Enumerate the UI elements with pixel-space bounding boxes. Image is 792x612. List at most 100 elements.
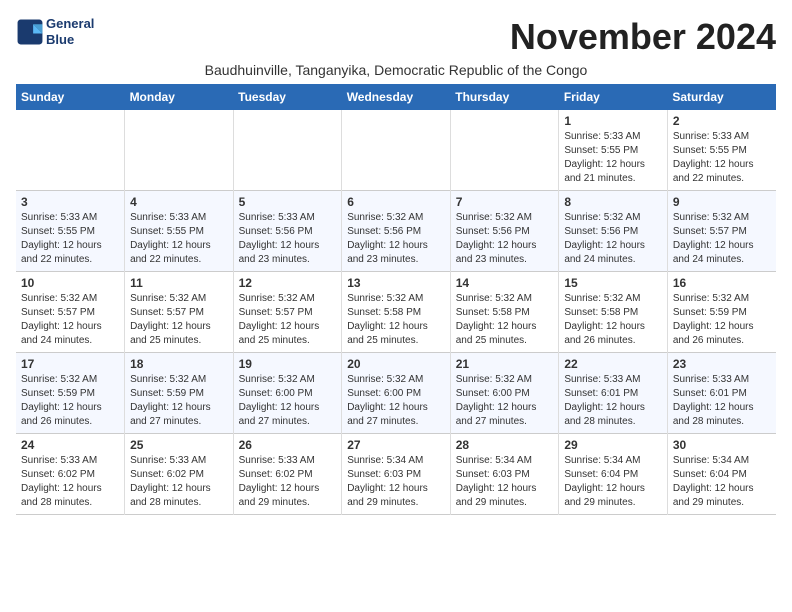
day-number: 25 bbox=[130, 438, 228, 452]
day-number: 20 bbox=[347, 357, 445, 371]
page-subtitle: Baudhuinville, Tanganyika, Democratic Re… bbox=[16, 62, 776, 78]
day-info: Sunrise: 5:32 AM Sunset: 5:58 PM Dayligh… bbox=[564, 292, 662, 348]
calendar-cell: 13Sunrise: 5:32 AM Sunset: 5:58 PM Dayli… bbox=[342, 272, 451, 353]
calendar-header-monday: Monday bbox=[125, 84, 234, 110]
calendar-header-friday: Friday bbox=[559, 84, 668, 110]
day-number: 5 bbox=[239, 195, 337, 209]
calendar-cell: 19 Sunrise: 5:32 AM Sunset: 6:00 PM Dayli… bbox=[233, 353, 342, 434]
day-number: 13 bbox=[347, 276, 445, 290]
day-info: Sunrise: 5:32 AM Sunset: 5:57 PM Dayligh… bbox=[21, 292, 119, 348]
calendar-cell: 24Sunrise: 5:33 AM Sunset: 6:02 PM Dayli… bbox=[16, 434, 125, 515]
month-title: November 2024 bbox=[510, 16, 776, 58]
calendar-header-row: SundayMondayTuesdayWednesdayThursdayFrid… bbox=[16, 84, 776, 110]
day-info: Sunrise: 5:33 AM Sunset: 6:01 PM Dayligh… bbox=[673, 373, 771, 429]
day-info: Sunrise: 5:32 AM Sunset: 5:57 PM Dayligh… bbox=[673, 211, 771, 267]
day-number: 28 bbox=[456, 438, 554, 452]
day-info: Sunrise: 5:34 AM Sunset: 6:03 PM Dayligh… bbox=[347, 454, 445, 510]
calendar-week-2: 3 Sunrise: 5:33 AM Sunset: 5:55 PM Daylig… bbox=[16, 191, 776, 272]
calendar-cell: 9 Sunrise: 5:32 AM Sunset: 5:57 PM Daylig… bbox=[667, 191, 776, 272]
page-header: General Blue November 2024 bbox=[16, 16, 776, 58]
day-info: Sunrise: 5:33 AM Sunset: 5:55 PM Dayligh… bbox=[21, 211, 119, 267]
day-info: Sunrise: 5:33 AM Sunset: 6:01 PM Dayligh… bbox=[564, 373, 662, 429]
day-number: 26 bbox=[239, 438, 337, 452]
day-number: 7 bbox=[456, 195, 554, 209]
calendar-cell: 16 Sunrise: 5:32 AM Sunset: 5:59 PM Dayli… bbox=[667, 272, 776, 353]
calendar-cell: 22 Sunrise: 5:33 AM Sunset: 6:01 PM Dayli… bbox=[559, 353, 668, 434]
day-number: 29 bbox=[564, 438, 662, 452]
calendar-cell: 25 Sunrise: 5:33 AM Sunset: 6:02 PM Dayli… bbox=[125, 434, 234, 515]
day-number: 24 bbox=[21, 438, 119, 452]
day-info: Sunrise: 5:33 AM Sunset: 5:55 PM Dayligh… bbox=[130, 211, 228, 267]
day-info: Sunrise: 5:34 AM Sunset: 6:04 PM Dayligh… bbox=[673, 454, 771, 510]
day-info: Sunrise: 5:32 AM Sunset: 5:57 PM Dayligh… bbox=[130, 292, 228, 348]
calendar-week-3: 10 Sunrise: 5:32 AM Sunset: 5:57 PM Dayli… bbox=[16, 272, 776, 353]
day-number: 23 bbox=[673, 357, 771, 371]
day-info: Sunrise: 5:33 AM Sunset: 6:02 PM Dayligh… bbox=[130, 454, 228, 510]
calendar-cell: 23 Sunrise: 5:33 AM Sunset: 6:01 PM Dayli… bbox=[667, 353, 776, 434]
calendar-cell bbox=[342, 110, 451, 191]
day-info: Sunrise: 5:33 AM Sunset: 6:02 PM Dayligh… bbox=[239, 454, 337, 510]
day-number: 18 bbox=[130, 357, 228, 371]
calendar-header-thursday: Thursday bbox=[450, 84, 559, 110]
day-number: 19 bbox=[239, 357, 337, 371]
calendar-header-wednesday: Wednesday bbox=[342, 84, 451, 110]
day-info: Sunrise: 5:33 AM Sunset: 5:55 PM Dayligh… bbox=[564, 130, 662, 186]
calendar-cell: 3 Sunrise: 5:33 AM Sunset: 5:55 PM Daylig… bbox=[16, 191, 125, 272]
calendar-cell: 6Sunrise: 5:32 AM Sunset: 5:56 PM Daylig… bbox=[342, 191, 451, 272]
day-number: 15 bbox=[564, 276, 662, 290]
day-number: 9 bbox=[673, 195, 771, 209]
day-info: Sunrise: 5:32 AM Sunset: 5:59 PM Dayligh… bbox=[21, 373, 119, 429]
calendar-cell: 10 Sunrise: 5:32 AM Sunset: 5:57 PM Dayli… bbox=[16, 272, 125, 353]
day-info: Sunrise: 5:32 AM Sunset: 6:00 PM Dayligh… bbox=[239, 373, 337, 429]
day-number: 17 bbox=[21, 357, 119, 371]
day-number: 16 bbox=[673, 276, 771, 290]
logo-text: General Blue bbox=[46, 16, 94, 47]
calendar-cell: 27Sunrise: 5:34 AM Sunset: 6:03 PM Dayli… bbox=[342, 434, 451, 515]
calendar-cell: 5 Sunrise: 5:33 AM Sunset: 5:56 PM Daylig… bbox=[233, 191, 342, 272]
day-number: 30 bbox=[673, 438, 771, 452]
day-number: 3 bbox=[21, 195, 119, 209]
calendar-cell bbox=[233, 110, 342, 191]
day-info: Sunrise: 5:32 AM Sunset: 5:59 PM Dayligh… bbox=[130, 373, 228, 429]
day-info: Sunrise: 5:32 AM Sunset: 5:58 PM Dayligh… bbox=[456, 292, 554, 348]
calendar-cell: 7 Sunrise: 5:32 AM Sunset: 5:56 PM Daylig… bbox=[450, 191, 559, 272]
logo: General Blue bbox=[16, 16, 94, 47]
calendar-cell: 26 Sunrise: 5:33 AM Sunset: 6:02 PM Dayli… bbox=[233, 434, 342, 515]
day-info: Sunrise: 5:33 AM Sunset: 5:56 PM Dayligh… bbox=[239, 211, 337, 267]
day-number: 21 bbox=[456, 357, 554, 371]
day-number: 12 bbox=[239, 276, 337, 290]
calendar-cell: 2Sunrise: 5:33 AM Sunset: 5:55 PM Daylig… bbox=[667, 110, 776, 191]
day-info: Sunrise: 5:32 AM Sunset: 5:57 PM Dayligh… bbox=[239, 292, 337, 348]
day-number: 11 bbox=[130, 276, 228, 290]
calendar-cell bbox=[125, 110, 234, 191]
day-info: Sunrise: 5:34 AM Sunset: 6:03 PM Dayligh… bbox=[456, 454, 554, 510]
day-number: 4 bbox=[130, 195, 228, 209]
calendar-cell: 17 Sunrise: 5:32 AM Sunset: 5:59 PM Dayli… bbox=[16, 353, 125, 434]
calendar-cell: 30 Sunrise: 5:34 AM Sunset: 6:04 PM Dayli… bbox=[667, 434, 776, 515]
day-info: Sunrise: 5:32 AM Sunset: 6:00 PM Dayligh… bbox=[456, 373, 554, 429]
day-number: 1 bbox=[564, 114, 662, 128]
calendar-cell: 20 Sunrise: 5:32 AM Sunset: 6:00 PM Dayli… bbox=[342, 353, 451, 434]
day-number: 2 bbox=[673, 114, 771, 128]
calendar-header-sunday: Sunday bbox=[16, 84, 125, 110]
calendar-week-4: 17 Sunrise: 5:32 AM Sunset: 5:59 PM Dayli… bbox=[16, 353, 776, 434]
day-info: Sunrise: 5:32 AM Sunset: 5:56 PM Dayligh… bbox=[456, 211, 554, 267]
logo-icon bbox=[16, 18, 44, 46]
calendar-cell: 18 Sunrise: 5:32 AM Sunset: 5:59 PM Dayli… bbox=[125, 353, 234, 434]
calendar-cell: 8Sunrise: 5:32 AM Sunset: 5:56 PM Daylig… bbox=[559, 191, 668, 272]
calendar-header-tuesday: Tuesday bbox=[233, 84, 342, 110]
calendar-cell: 4 Sunrise: 5:33 AM Sunset: 5:55 PM Daylig… bbox=[125, 191, 234, 272]
day-info: Sunrise: 5:32 AM Sunset: 6:00 PM Dayligh… bbox=[347, 373, 445, 429]
calendar-week-5: 24 Sunrise: 5:33 AM Sunset: 6:02 PM Dayli… bbox=[16, 434, 776, 515]
day-number: 6 bbox=[347, 195, 445, 209]
calendar-cell bbox=[16, 110, 125, 191]
day-number: 22 bbox=[564, 357, 662, 371]
calendar-cell: 14Sunrise: 5:32 AM Sunset: 5:58 PM Dayli… bbox=[450, 272, 559, 353]
day-info: Sunrise: 5:32 AM Sunset: 5:59 PM Dayligh… bbox=[673, 292, 771, 348]
day-info: Sunrise: 5:34 AM Sunset: 6:04 PM Dayligh… bbox=[564, 454, 662, 510]
calendar-week-1: 1 Sunrise: 5:33 AM Sunset: 5:55 PM Daylig… bbox=[16, 110, 776, 191]
day-number: 10 bbox=[21, 276, 119, 290]
calendar-header-saturday: Saturday bbox=[667, 84, 776, 110]
calendar-table: SundayMondayTuesdayWednesdayThursdayFrid… bbox=[16, 84, 776, 515]
day-number: 8 bbox=[564, 195, 662, 209]
